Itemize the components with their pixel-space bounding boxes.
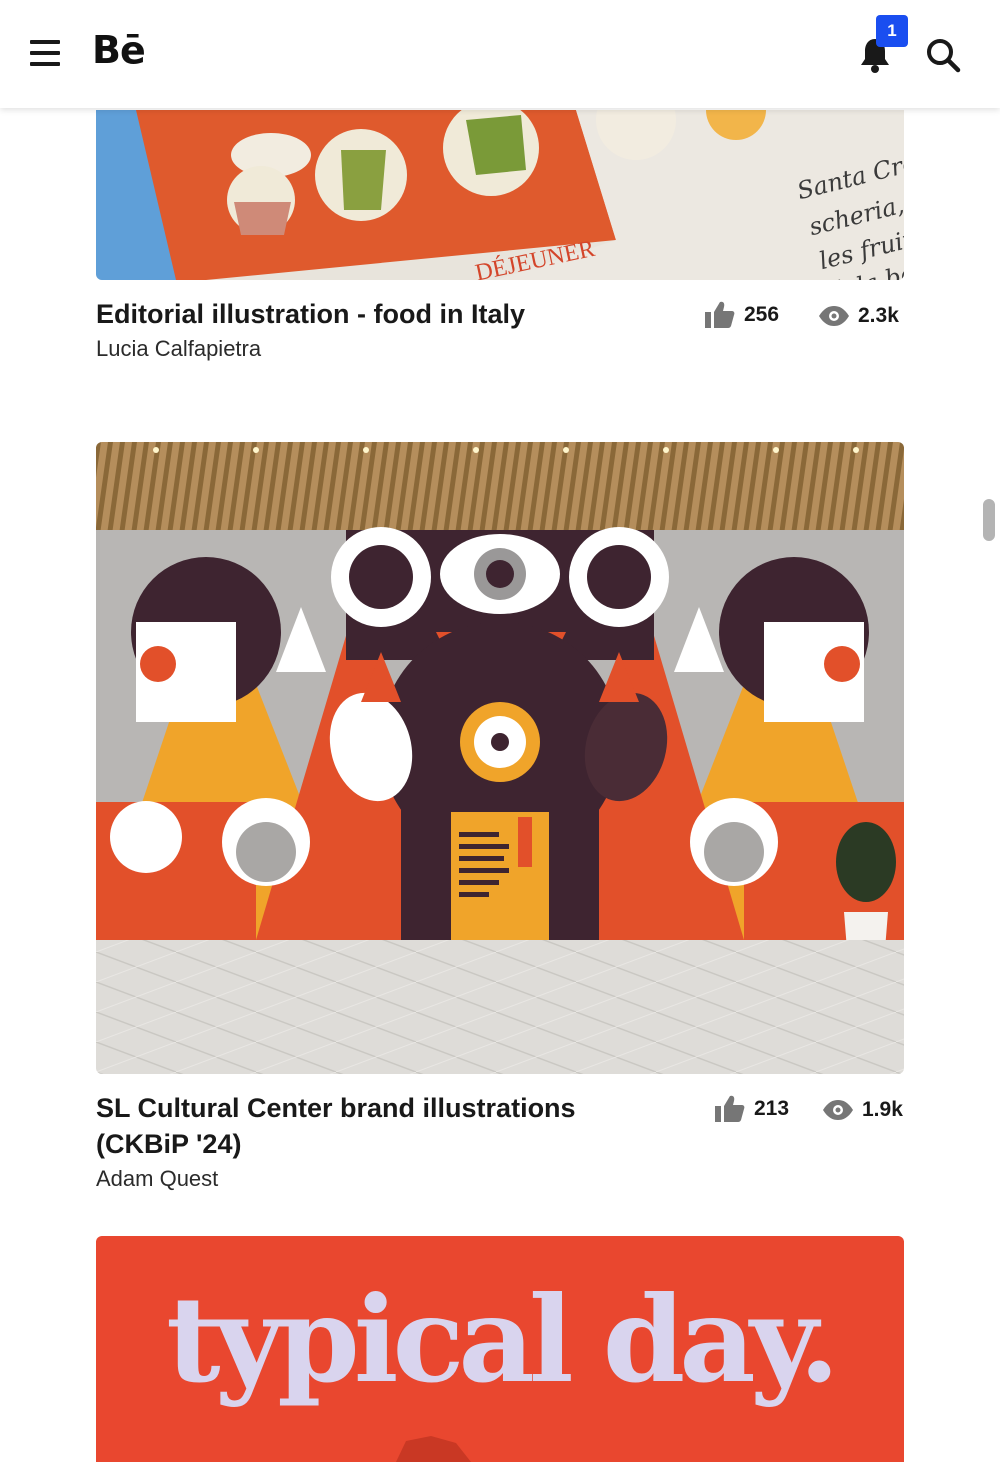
thumbs-up-icon: [705, 301, 735, 328]
appreciations-stat: 256: [704, 300, 779, 330]
project-cover-image[interactable]: typical day.: [96, 1236, 904, 1462]
project-cover-image[interactable]: DÉJEUNER Santa Cro scheria, le les fruit…: [96, 110, 904, 280]
views-count: 1.9k: [862, 1098, 903, 1121]
project-owner[interactable]: Lucia Calfapietra: [96, 336, 261, 362]
notification-count-badge[interactable]: 1: [876, 15, 908, 47]
project-title-line: SL Cultural Center brand illustrations: [96, 1093, 576, 1123]
project-title[interactable]: Editorial illustration - food in Italy: [96, 296, 525, 332]
eye-icon: [819, 306, 849, 326]
project-title-line: (CKBiP '24): [96, 1129, 242, 1159]
hamburger-menu-icon[interactable]: [30, 40, 64, 68]
views-count: 2.3k: [858, 304, 899, 327]
thumbs-up-icon: [715, 1095, 745, 1122]
appreciations-count: 213: [754, 1097, 790, 1120]
views-stat: 1.9k: [822, 1098, 903, 1122]
project-owner[interactable]: Adam Quest: [96, 1166, 218, 1192]
eye-icon: [823, 1100, 853, 1120]
scrollbar-thumb[interactable]: [982, 498, 996, 542]
cover-headline-text: typical day.: [166, 1270, 834, 1409]
search-icon[interactable]: [924, 36, 962, 74]
project-title[interactable]: SL Cultural Center brand illustrations (…: [96, 1090, 576, 1162]
appreciations-count: 256: [744, 303, 780, 326]
views-stat: 2.3k: [818, 304, 899, 328]
project-cover-image[interactable]: [96, 442, 904, 1074]
top-navigation-bar: Bē 1: [0, 0, 1000, 108]
appreciations-stat: 213: [714, 1094, 789, 1124]
behance-logo[interactable]: Bē: [92, 28, 146, 72]
